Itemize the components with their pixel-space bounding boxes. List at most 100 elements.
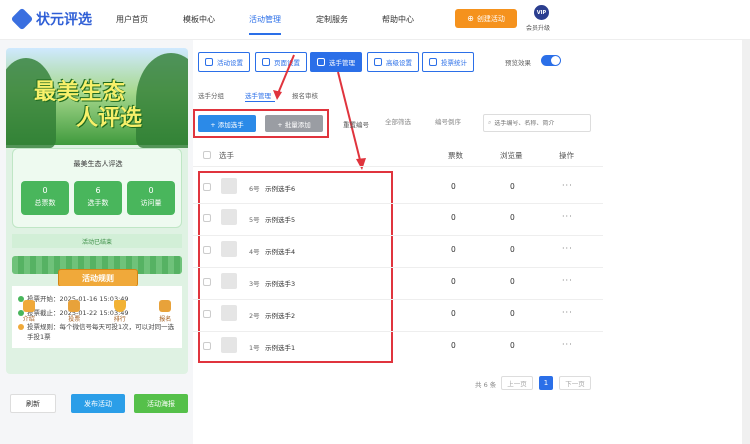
- player-number: 4号: [249, 248, 260, 256]
- subtab-signup-review[interactable]: 报名审核: [292, 90, 318, 100]
- banner-title-line2: 人评选: [76, 106, 143, 131]
- pagination-total: 共 6 条: [475, 381, 497, 389]
- player-votes: 0: [451, 245, 456, 254]
- avatar: [221, 337, 237, 353]
- more-actions-icon[interactable]: ···: [562, 212, 573, 221]
- avatar: [221, 209, 237, 225]
- prev-page-button[interactable]: 上一页: [501, 376, 533, 390]
- preview-toggle[interactable]: [541, 55, 561, 66]
- tab-label: 页面设置: [274, 59, 300, 67]
- refresh-button[interactable]: 刷新: [10, 394, 56, 413]
- header-views: 浏览量: [500, 151, 523, 160]
- bottom-nav-intro[interactable]: 介绍: [14, 300, 44, 328]
- tab-player-management[interactable]: 选手管理: [310, 52, 362, 72]
- sort-dropdown[interactable]: 编号倒序: [435, 116, 461, 126]
- row-checkbox[interactable]: [203, 183, 211, 191]
- row-checkbox[interactable]: [203, 278, 211, 286]
- create-activity-button[interactable]: ⊕ 创建活动: [455, 9, 517, 28]
- stat-label: 访问量: [140, 199, 162, 207]
- filter-all-dropdown[interactable]: 全部筛选: [385, 116, 411, 126]
- page-scrollbar[interactable]: [742, 40, 750, 444]
- more-actions-icon[interactable]: ···: [562, 244, 573, 253]
- publish-activity-button[interactable]: 发布活动: [71, 394, 125, 413]
- player-name[interactable]: 示例选手4: [265, 246, 295, 256]
- tab-label: 高级设置: [386, 59, 412, 67]
- player-name[interactable]: 示例选手6: [265, 183, 295, 193]
- more-actions-icon[interactable]: ···: [562, 308, 573, 317]
- player-votes: 0: [451, 277, 456, 286]
- activity-info-card: 最美生态人评选 0 总票数 6 选手数 0 访问量: [12, 148, 182, 228]
- more-actions-icon[interactable]: ···: [562, 181, 573, 190]
- player-views: 0: [510, 213, 515, 222]
- more-actions-icon[interactable]: ···: [562, 340, 573, 349]
- player-number: 6号: [249, 185, 260, 193]
- avatar: [221, 305, 237, 321]
- vip-upgrade-label[interactable]: 会员升级: [526, 23, 550, 32]
- page-icon: [262, 58, 270, 66]
- chart-icon: [429, 58, 437, 66]
- reset-number-button[interactable]: 重置编号: [343, 119, 369, 129]
- intro-icon: [22, 300, 35, 312]
- row-checkbox[interactable]: [203, 214, 211, 222]
- avatar: [221, 273, 237, 289]
- nav-template-center[interactable]: 模板中心: [183, 14, 215, 25]
- table-divider: [193, 299, 603, 300]
- player-votes: 0: [451, 213, 456, 222]
- subtab-active-indicator: [245, 101, 275, 102]
- player-name[interactable]: 示例选手5: [265, 214, 295, 224]
- nav-help-center[interactable]: 帮助中心: [382, 14, 414, 25]
- next-page-button[interactable]: 下一页: [559, 376, 591, 390]
- stat-players: 6 选手数: [74, 181, 122, 215]
- bottom-nav-label: 排行: [113, 316, 126, 323]
- row-checkbox[interactable]: [203, 246, 211, 254]
- player-name[interactable]: 示例选手1: [265, 342, 295, 352]
- search-input[interactable]: [494, 119, 585, 127]
- activity-poster-button[interactable]: 活动海报: [134, 394, 188, 413]
- page-number-current[interactable]: 1: [539, 376, 553, 390]
- row-checkbox[interactable]: [203, 342, 211, 350]
- tab-advanced-settings[interactable]: 高级设置: [367, 52, 419, 72]
- bottom-nav-rank[interactable]: 排行: [105, 300, 135, 328]
- subtab-player-management[interactable]: 选手管理: [245, 90, 271, 100]
- stat-label: 总票数: [34, 199, 56, 207]
- player-views: 0: [510, 245, 515, 254]
- advanced-icon: [374, 58, 382, 66]
- logo[interactable]: 状元评选: [10, 7, 92, 31]
- player-votes: 0: [451, 309, 456, 318]
- player-number: 3号: [249, 280, 260, 288]
- vip-icon[interactable]: VIP: [534, 5, 549, 20]
- header-actions: 操作: [559, 151, 574, 160]
- bottom-nav-signup[interactable]: 报名: [150, 300, 180, 328]
- row-checkbox[interactable]: [203, 310, 211, 318]
- stat-value: 0: [148, 186, 154, 195]
- batch-add-button[interactable]: + 批量添加: [265, 115, 323, 132]
- player-number: 1号: [249, 344, 260, 352]
- bottom-nav-label: 报名: [159, 316, 172, 323]
- search-icon: ⌕: [488, 119, 492, 126]
- header-votes: 票数: [448, 151, 463, 160]
- player-number: 5号: [249, 216, 260, 224]
- table-divider: [193, 203, 603, 204]
- add-player-button[interactable]: + 添加选手: [198, 115, 256, 132]
- tab-vote-statistics[interactable]: 投票统计: [422, 52, 474, 72]
- nav-user-home[interactable]: 用户首页: [116, 14, 148, 25]
- subtab-player-groups[interactable]: 选手分组: [198, 90, 224, 100]
- nav-activity-management[interactable]: 活动管理: [249, 14, 281, 25]
- avatar: [221, 241, 237, 257]
- nav-active-indicator: [249, 33, 281, 35]
- bottom-nav-vote[interactable]: 投票: [59, 300, 89, 328]
- tab-page-settings[interactable]: 页面设置: [255, 52, 307, 72]
- player-name[interactable]: 示例选手2: [265, 310, 295, 320]
- more-actions-icon[interactable]: ···: [562, 276, 573, 285]
- table-divider: [193, 267, 603, 268]
- select-all-checkbox[interactable]: [203, 151, 211, 159]
- bottom-nav-label: 投票: [68, 316, 81, 323]
- plus-circle-icon: ⊕: [467, 14, 474, 23]
- preview-banner: 最美生态 人评选: [6, 48, 188, 148]
- nav-custom-service[interactable]: 定制服务: [316, 14, 348, 25]
- tab-activity-settings[interactable]: 活动设置: [198, 52, 250, 72]
- top-bar: 状元评选 用户首页 模板中心 活动管理 定制服务 帮助中心 ⊕ 创建活动 VIP…: [0, 0, 750, 40]
- vote-icon: [68, 300, 81, 312]
- player-name[interactable]: 示例选手3: [265, 278, 295, 288]
- search-box[interactable]: ⌕: [483, 114, 591, 132]
